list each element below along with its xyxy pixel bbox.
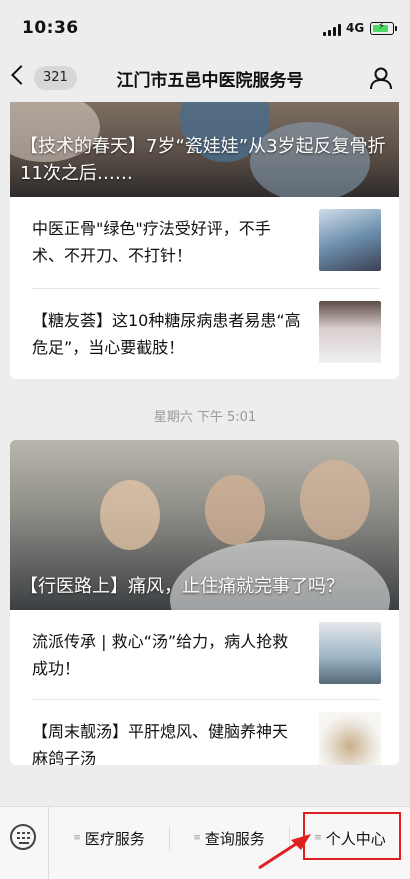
article-title: 中医正骨"绿色"疗法受好评，不手术、不开刀、不打针！ [32,219,271,265]
status-bar: 10:36 4G ⚡ [0,0,410,56]
list-item[interactable]: 【糖友荟】这10种糖尿病患者易患“高危足”，当心要截肢！ [10,289,399,379]
list-item[interactable]: 【周末靓汤】平肝熄风、健脑养神天麻鸽子汤 [10,700,399,765]
arrow-icon [258,834,311,870]
article-title: 流派传承 | 救心“汤”给力，病人抢救成功！ [32,632,289,678]
keyboard-icon[interactable] [10,824,36,850]
status-time: 10:36 [22,18,79,38]
divider [48,807,49,879]
battery-icon: ⚡ [370,21,397,35]
nav-bar: 321 江门市五邑中医院服务号 [0,56,410,102]
article-thumbnail [319,622,381,684]
article-title: 【糖友荟】这10种糖尿病患者易患“高危足”，当心要截肢！ [32,311,301,357]
list-item[interactable]: 流派传承 | 救心“汤”给力，病人抢救成功！ [10,610,399,702]
highlight-box [303,812,401,860]
hero-title-1: 【技术的春天】7岁“瓷娃娃”从3岁起反复骨折11次之后…… [20,136,386,184]
article-thumbnail [319,301,381,363]
message-timestamp: 星期六 下午 5:01 [153,410,257,425]
submenu-icon: ≡ [193,833,201,843]
menu-medical-services[interactable]: ≡ 医疗服务 [50,807,168,869]
article-title: 【周末靓汤】平肝熄风、健脑养神天麻鸽子汤 [32,722,289,765]
article-thumbnail [319,209,381,271]
page-title: 江门市五邑中医院服务号 [116,71,304,91]
list-item[interactable]: 中医正骨"绿色"疗法受好评，不手术、不开刀、不打针！ [10,197,399,289]
hero-article-2[interactable]: 【行医路上】痛风，止住痛就完事了吗？ [10,440,399,610]
unread-badge[interactable]: 321 [34,66,77,90]
chevron-left-icon[interactable] [11,65,31,85]
submenu-icon: ≡ [73,833,81,843]
hero-title-2: 【行医路上】痛风，止住痛就完事了吗？ [20,576,344,597]
signal-icon [323,24,341,36]
article-thumbnail [319,712,381,765]
person-icon[interactable] [368,65,394,91]
menu-label: 医疗服务 [84,829,145,848]
network-type: 4G [346,21,365,35]
article-card-1: 【技术的春天】7岁“瓷娃娃”从3岁起反复骨折11次之后…… 中医正骨"绿色"疗法… [10,102,399,379]
hero-article-1[interactable]: 【技术的春天】7岁“瓷娃娃”从3岁起反复骨折11次之后…… [10,102,399,197]
article-card-2: 【行医路上】痛风，止住痛就完事了吗？ 流派传承 | 救心“汤”给力，病人抢救成功… [10,440,399,765]
